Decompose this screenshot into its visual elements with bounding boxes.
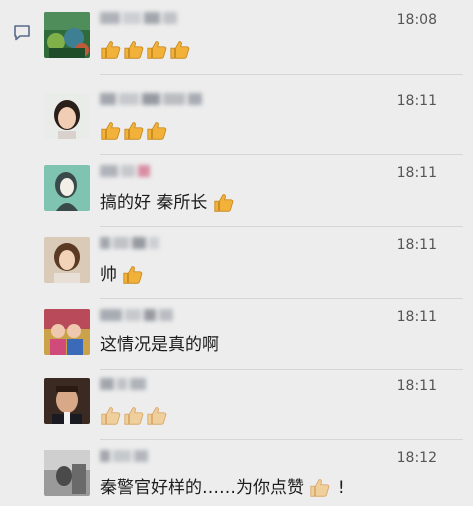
comment-time: 18:11 [396,165,437,181]
comment-text-content: 这情况是真的啊 [100,335,219,355]
comment-time: 18:11 [396,93,437,109]
comment-row: 18:11 [0,75,473,155]
thumbs-up-icon [100,405,122,427]
avatar[interactable] [44,93,90,139]
thumbs-up-icon [122,264,144,286]
comment-text-content: 帅 [100,265,117,285]
avatar[interactable] [44,309,90,355]
avatar[interactable] [44,378,90,424]
comment-time: 18:11 [396,378,437,394]
user-name[interactable] [100,165,153,177]
comment-text [100,38,192,62]
thumbs-up-icon [169,39,191,61]
thumbs-group [309,478,332,498]
thumbs-up-icon [100,39,122,61]
thumbs-up-icon [213,192,235,214]
user-name[interactable] [100,378,149,390]
avatar[interactable] [44,237,90,283]
thumbs-up-icon [123,39,145,61]
avatar[interactable] [44,12,90,58]
thumbs-group [100,40,192,60]
thumbs-group [122,265,145,285]
comment-text: 搞的好 秦所长 [100,191,236,215]
user-name[interactable] [100,450,151,462]
comment-time: 18:12 [396,450,437,466]
thumbs-group [100,406,169,426]
user-name[interactable] [100,309,176,321]
comment-time: 18:08 [396,12,437,28]
user-name[interactable] [100,93,205,105]
comment-row: 18:12 秦警官好样的……为你点赞 ! [0,440,473,506]
user-name[interactable] [100,237,162,249]
comment-row: 18:11 这情况是真的啊 [0,299,473,370]
thumbs-group [100,121,169,141]
comment-feed: 18:08 18:11 18:11 搞的好 秦所长 18:11 帅 18:11 … [0,0,473,506]
avatar[interactable] [44,165,90,211]
comment-text: 帅 [100,263,145,287]
comment-text [100,404,169,428]
comment-row: 18:11 [0,370,473,440]
comment-time: 18:11 [396,237,437,253]
comment-row: 18:08 [0,0,473,75]
thumbs-up-icon [123,405,145,427]
thumbs-up-icon [309,477,331,499]
comment-text-content: 秦警官好样的……为你点赞 [100,478,304,498]
comment-row: 18:11 搞的好 秦所长 [0,155,473,227]
thumbs-group [213,193,236,213]
thumbs-up-icon [146,405,168,427]
thumbs-up-icon [123,120,145,142]
user-name[interactable] [100,12,180,24]
comment-text-content: 搞的好 秦所长 [100,193,208,213]
comment-suffix: ! [337,478,345,498]
comment-row: 18:11 帅 [0,227,473,299]
thumbs-up-icon [146,120,168,142]
comment-time: 18:11 [396,309,437,325]
thumbs-up-icon [100,120,122,142]
thumbs-up-icon [146,39,168,61]
avatar[interactable] [44,450,90,496]
comment-text: 秦警官好样的……为你点赞 ! [100,476,345,500]
comment-text [100,119,169,143]
comment-text: 这情况是真的啊 [100,333,219,357]
